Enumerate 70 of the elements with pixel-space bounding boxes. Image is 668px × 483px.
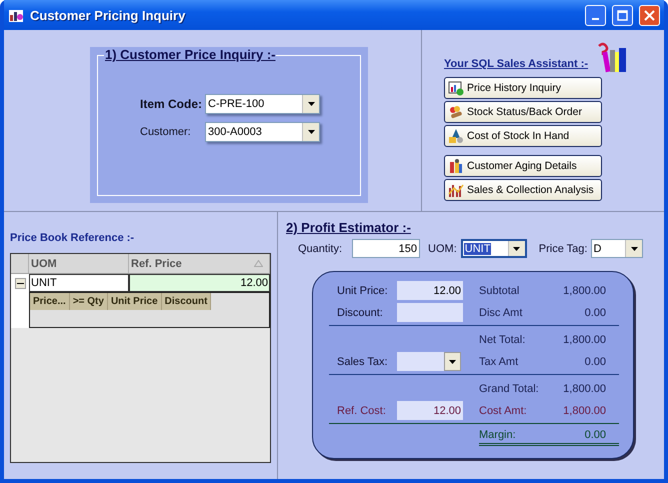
total-value: 1,800.00 (562, 284, 606, 296)
caret-icon (308, 130, 314, 134)
total-label: Subtotal (479, 284, 520, 296)
books-icon (596, 42, 628, 74)
amount-field[interactable]: 12.00 (397, 281, 463, 300)
uom-select[interactable]: UNIT (460, 239, 527, 258)
sort-icon (254, 260, 263, 267)
total-label: Cost Amt: (479, 404, 528, 416)
tax-select[interactable] (397, 352, 461, 371)
total-label: Grand Total: (479, 382, 540, 394)
assistant-button[interactable]: Price History Inquiry (444, 77, 602, 99)
total-value: 1,800.00 (562, 404, 606, 416)
caret-icon (630, 246, 638, 250)
column-header[interactable]: Price... (30, 293, 70, 310)
field-label: Price Tag: (538, 242, 588, 254)
figures-icon (448, 158, 464, 174)
window-title: Customer Pricing Inquiry (30, 8, 186, 22)
shapes-icon (448, 128, 464, 144)
app-icon (8, 7, 24, 23)
assistant-button[interactable]: Sales & Collection Analysis (444, 179, 602, 201)
inquiry-title: 1) Customer Price Inquiry :- (104, 47, 276, 62)
total-value: 1,800.00 (562, 334, 606, 346)
minimize-icon (592, 18, 599, 20)
close-button[interactable] (639, 4, 660, 26)
field-label: Unit Price: (337, 284, 389, 296)
total-value: 0.00 (584, 306, 606, 318)
bar-chart-icon (448, 182, 464, 198)
field-label: Item Code: (140, 97, 204, 111)
combo-box[interactable]: C-PRE-100 (205, 94, 320, 114)
caret-icon (513, 246, 520, 250)
amount-field[interactable]: 12.00 (397, 401, 463, 420)
estimator-title: 2) Profit Estimator :- (286, 220, 412, 235)
price-book-title: Price Book Reference :- (10, 232, 136, 244)
column-header[interactable]: UOM (29, 254, 129, 273)
minimize-button[interactable] (585, 4, 606, 26)
assistant-button[interactable]: Stock Status/Back Order (444, 101, 602, 123)
quantity-field[interactable]: 150 (352, 239, 420, 258)
field-label: Quantity: (298, 242, 342, 254)
close-icon (644, 10, 655, 20)
combo-box[interactable]: 300-A0003 (205, 122, 320, 142)
assistant-button[interactable]: Customer Aging Details (444, 155, 602, 177)
total-value: 0.00 (584, 429, 606, 441)
column-header[interactable]: Unit Price (108, 293, 162, 310)
field-label: Ref. Cost: (337, 404, 387, 416)
table-cell: UNIT (29, 274, 129, 292)
total-label: Disc Amt (479, 306, 524, 318)
column-header[interactable]: >= Qty (70, 293, 108, 310)
field-label: Discount: (337, 306, 384, 318)
assistant-title: Your SQL Sales Assistant :- (444, 58, 588, 72)
price-tag-select[interactable]: D (591, 239, 644, 258)
field-label: Sales Tax: (337, 356, 389, 368)
total-value: 0.00 (584, 356, 606, 368)
assistant-button[interactable]: Cost of Stock In Hand (444, 125, 602, 147)
maximize-icon (617, 10, 628, 20)
total-label: Net Total: (479, 334, 526, 346)
chart-icon (448, 80, 464, 96)
table-cell: 12.00 (129, 274, 270, 292)
total-value: 1,800.00 (562, 382, 606, 394)
amount-field[interactable] (397, 303, 463, 322)
collapse-toggle[interactable] (14, 278, 26, 288)
caret-icon (449, 360, 456, 364)
field-label: UOM: (428, 242, 457, 254)
caret-icon (308, 102, 314, 106)
column-header[interactable]: Discount (162, 293, 212, 310)
column-header[interactable]: Ref. Price (129, 254, 270, 273)
people-icon (448, 104, 464, 120)
total-label: Margin: (479, 429, 517, 441)
field-label: Customer: (140, 126, 192, 138)
maximize-button[interactable] (612, 4, 633, 26)
total-label: Tax Amt (479, 356, 520, 368)
